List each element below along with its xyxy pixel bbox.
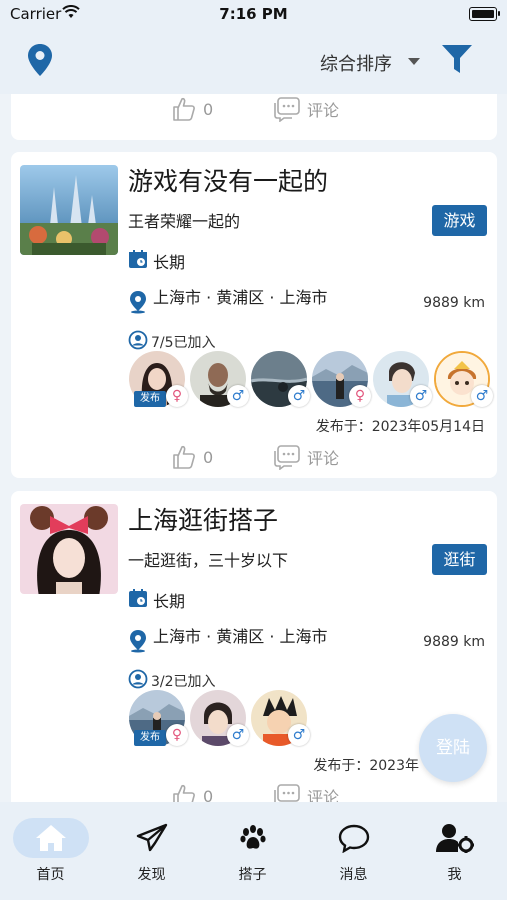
- like-button[interactable]: 0: [171, 783, 213, 802]
- location-pin-icon: [128, 629, 148, 657]
- like-count: 0: [203, 447, 214, 467]
- female-icon: ♀: [166, 724, 188, 746]
- post-description: 王者荣耀一起的: [128, 212, 241, 231]
- location-text: 上海市 · 黄浦区 · 上海市: [153, 627, 328, 646]
- filter-icon[interactable]: [441, 44, 473, 78]
- participant-avatars: 发布 ♀ ♂ ♂: [129, 690, 319, 750]
- duration-text: 长期: [153, 253, 186, 272]
- like-count: 0: [203, 99, 214, 119]
- distance-text: 9889 km: [423, 634, 485, 650]
- category-tag[interactable]: 逛街: [432, 544, 487, 575]
- location-text: 上海市 · 黄浦区 · 上海市: [153, 288, 328, 307]
- publish-time: 发布于：2023年05月14日: [315, 419, 485, 435]
- paw-icon: [202, 818, 303, 858]
- battery-icon: [469, 7, 500, 21]
- comment-icon: [274, 784, 300, 802]
- distance-text: 9889 km: [423, 295, 485, 311]
- female-icon: ♀: [166, 385, 188, 407]
- tab-label: 消息: [339, 867, 368, 883]
- post-title: 上海逛街搭子: [128, 506, 279, 535]
- male-icon: ♂: [410, 385, 432, 407]
- bottom-tab-bar: 首页 发现 搭子 消息 我: [0, 802, 507, 900]
- post-feed[interactable]: 0 评论 游戏有没有一起的 王者荣耀一起的 游戏 长期 上海市 · 黄浦区 · …: [0, 94, 507, 802]
- post-title: 游戏有没有一起的: [128, 167, 329, 196]
- thumbs-up-icon: [173, 445, 195, 469]
- post-card-partial: 0 评论: [11, 94, 497, 140]
- post-card[interactable]: 游戏有没有一起的 王者荣耀一起的 游戏 长期 上海市 · 黄浦区 · 上海市 9…: [11, 152, 497, 478]
- calendar-icon: [128, 588, 148, 612]
- calendar-icon: [128, 249, 148, 273]
- male-icon: ♂: [227, 385, 249, 407]
- thumbs-up-icon: [173, 97, 195, 121]
- tab-messages[interactable]: 消息: [303, 802, 404, 900]
- tab-partner[interactable]: 搭子: [202, 802, 303, 900]
- tab-label: 我: [447, 867, 462, 883]
- category-tag[interactable]: 游戏: [432, 205, 487, 236]
- tab-me[interactable]: 我: [404, 802, 505, 900]
- chevron-down-icon[interactable]: [408, 58, 420, 65]
- comment-label: 评论: [307, 449, 340, 468]
- male-icon: ♂: [227, 724, 249, 746]
- comment-label: 评论: [307, 788, 340, 802]
- publisher-badge: 发布: [134, 730, 166, 746]
- female-icon: ♀: [349, 385, 371, 407]
- like-count: 0: [203, 786, 214, 803]
- status-bar: Carrier 7:16 PM: [0, 0, 507, 30]
- comment-button[interactable]: 评论: [273, 96, 339, 122]
- comment-label: 评论: [307, 101, 340, 120]
- post-cover-image[interactable]: [20, 504, 118, 594]
- tab-label: 搭子: [238, 867, 267, 883]
- participant-avatars: 发布 ♀ ♂ ♂ ♀ ♂ ♂: [129, 351, 499, 411]
- location-pin-icon[interactable]: [28, 44, 52, 80]
- duration-text: 长期: [153, 592, 186, 611]
- paper-plane-icon: [101, 818, 202, 858]
- post-description: 一起逛街，三十岁以下: [128, 551, 289, 570]
- thumbs-up-icon: [173, 784, 195, 802]
- like-button[interactable]: 0: [171, 96, 213, 122]
- male-icon: ♂: [471, 385, 493, 407]
- location-pin-icon: [128, 290, 148, 318]
- male-icon: ♂: [288, 724, 310, 746]
- male-icon: ♂: [288, 385, 310, 407]
- comment-icon: [274, 445, 300, 470]
- sort-dropdown-label[interactable]: 综合排序: [320, 50, 392, 76]
- clock: 7:16 PM: [219, 5, 288, 23]
- like-button[interactable]: 0: [171, 444, 213, 470]
- tab-discover[interactable]: 发现: [101, 802, 202, 900]
- post-cover-image[interactable]: [20, 165, 118, 255]
- top-nav-bar: 综合排序: [0, 30, 507, 94]
- login-button[interactable]: 登陆: [419, 714, 487, 782]
- comment-button[interactable]: 评论: [273, 783, 339, 802]
- user-settings-icon: [404, 818, 505, 858]
- tab-label: 首页: [36, 867, 65, 883]
- publish-time: 发布于：2023年: [313, 758, 419, 774]
- tab-home[interactable]: 首页: [0, 802, 101, 900]
- joined-count: 3/2已加入: [151, 674, 216, 690]
- chat-bubble-icon: [303, 818, 404, 858]
- joined-count: 7/5已加入: [151, 335, 216, 351]
- comment-icon: [274, 97, 300, 122]
- tab-label: 发现: [137, 867, 166, 883]
- comment-button[interactable]: 评论: [273, 444, 339, 470]
- home-icon: [0, 818, 101, 858]
- publisher-badge: 发布: [134, 391, 166, 407]
